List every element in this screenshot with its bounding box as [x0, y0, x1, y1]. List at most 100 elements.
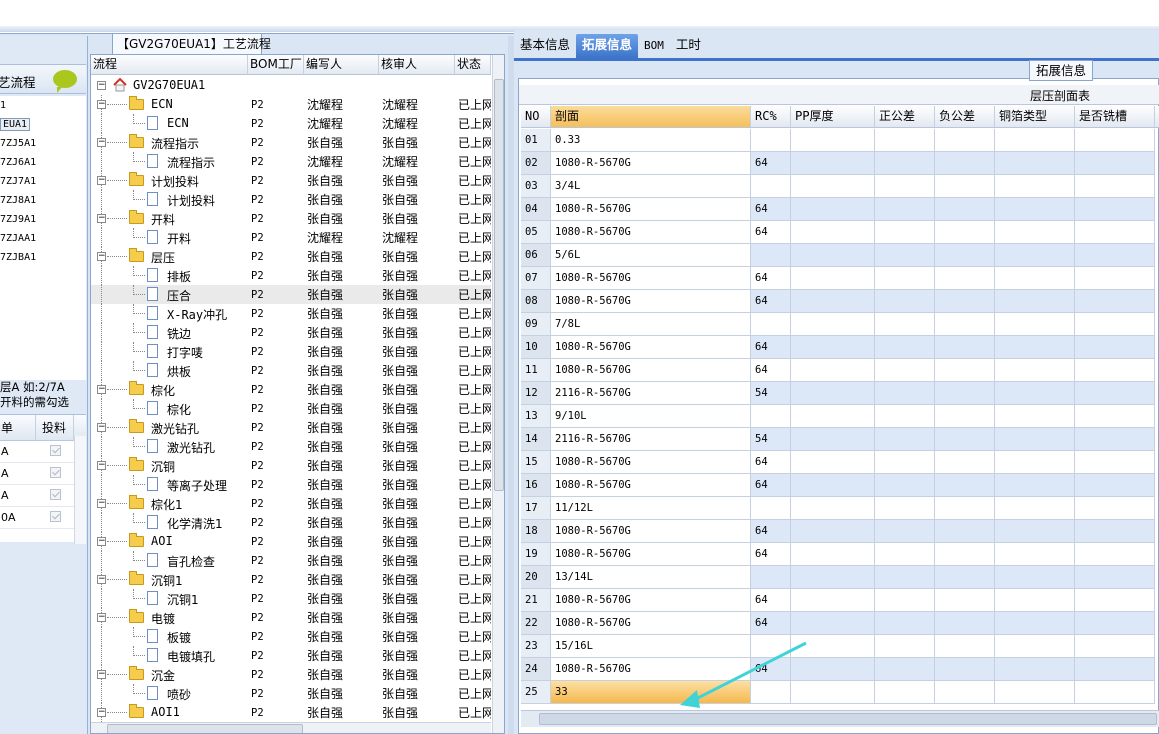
grid-cell[interactable]: 15/16L [551, 635, 751, 658]
grid-cell[interactable] [791, 290, 875, 313]
grid-cell[interactable]: 1080-R-5670G [551, 474, 751, 497]
grid-cell[interactable] [995, 451, 1075, 474]
grid-cell[interactable] [791, 635, 875, 658]
grid-cell[interactable]: 64 [751, 359, 791, 382]
tree-row[interactable]: 计划投料 P2 张自强 张自强 已上网 [91, 190, 491, 209]
grid-cell[interactable]: 07 [521, 267, 551, 290]
grid-cell[interactable]: 04 [521, 198, 551, 221]
grid-cell[interactable] [791, 612, 875, 635]
grid-cell[interactable] [791, 198, 875, 221]
grid-row[interactable]: 07 1080-R-5670G 64 [521, 267, 1159, 290]
grid-cell[interactable] [935, 267, 995, 290]
grid-row[interactable]: 13 9/10L [521, 405, 1159, 428]
grid-cell[interactable]: 64 [751, 451, 791, 474]
grid-cell[interactable] [1075, 474, 1155, 497]
collapse-icon[interactable]: − [97, 423, 106, 432]
grid-cell[interactable]: 64 [751, 290, 791, 313]
grid-cell[interactable] [791, 244, 875, 267]
grid-cell[interactable] [995, 129, 1075, 152]
grid-cell[interactable] [995, 359, 1075, 382]
grid-cell[interactable] [791, 589, 875, 612]
grid-cell[interactable] [1075, 382, 1155, 405]
grid-cell[interactable] [935, 382, 995, 405]
tree-header-bom[interactable]: BOM工厂 [248, 55, 304, 74]
process-tab[interactable]: 【GV2G70EUA1】工艺流程 [112, 33, 271, 54]
grid-cell[interactable] [995, 221, 1075, 244]
grid-cell[interactable] [1075, 520, 1155, 543]
tree-row[interactable]: − 棕化 P2 张自强 张自强 已上网 [91, 380, 491, 399]
grid-cell[interactable] [791, 129, 875, 152]
grid-cell[interactable]: 11 [521, 359, 551, 382]
order-list-item[interactable]: 1 [0, 96, 86, 115]
grid-cell[interactable] [791, 497, 875, 520]
grid-cell[interactable] [791, 658, 875, 681]
grid-cell[interactable]: 7/8L [551, 313, 751, 336]
tree-row[interactable]: 沉铜1 P2 张自强 张自强 已上网 [91, 589, 491, 608]
feed-checkbox[interactable] [49, 444, 61, 456]
grid-cell[interactable] [751, 566, 791, 589]
grid-row[interactable]: 21 1080-R-5670G 64 [521, 589, 1159, 612]
chat-bubble-icon[interactable] [53, 70, 77, 93]
grid-cell[interactable] [1075, 681, 1155, 704]
grid-cell[interactable] [1075, 589, 1155, 612]
grid-cell[interactable] [1075, 451, 1155, 474]
grid-cell[interactable] [791, 681, 875, 704]
grid-cell[interactable] [935, 175, 995, 198]
grid-cell[interactable] [1075, 428, 1155, 451]
grid-row[interactable]: 16 1080-R-5670G 64 [521, 474, 1159, 497]
grid-cell[interactable] [995, 566, 1075, 589]
grid-cell[interactable]: 2116-R-5670G [551, 382, 751, 405]
grid-cell[interactable]: 20 [521, 566, 551, 589]
grid-cell[interactable] [875, 290, 935, 313]
feed-checkbox[interactable] [49, 488, 61, 500]
tree-header-status[interactable]: 状态 [455, 55, 491, 74]
grid-cell[interactable]: 11/12L [551, 497, 751, 520]
grid-cell[interactable] [875, 359, 935, 382]
collapse-icon[interactable]: − [97, 138, 106, 147]
tree-row[interactable]: − AOI P2 张自强 张自强 已上网 [91, 532, 491, 551]
tree-row[interactable]: − 流程指示 P2 张自强 张自强 已上网 [91, 133, 491, 152]
tree-header-flow[interactable]: 流程 [91, 55, 248, 74]
order-list-item[interactable]: 7ZJAA1 [0, 229, 86, 248]
grid-cell[interactable] [1075, 566, 1155, 589]
tree-row[interactable]: − 电镀 P2 张自强 张自强 已上网 [91, 608, 491, 627]
grid-cell[interactable] [791, 566, 875, 589]
grid-cell[interactable] [935, 474, 995, 497]
grid-cell[interactable] [935, 658, 995, 681]
grid-cell[interactable] [935, 290, 995, 313]
grid-cell[interactable] [751, 497, 791, 520]
tree-row[interactable]: 电镀填孔 P2 张自强 张自强 已上网 [91, 646, 491, 665]
grid-cell[interactable] [875, 658, 935, 681]
grid-cell[interactable]: 54 [751, 382, 791, 405]
grid-cell[interactable] [935, 359, 995, 382]
collapse-icon[interactable]: − [97, 499, 106, 508]
grid-cell[interactable] [935, 589, 995, 612]
order-list-item[interactable]: 7ZJ6A1 [0, 153, 86, 172]
grid-header-col-0[interactable]: NO [521, 106, 551, 127]
grid-cell[interactable]: 02 [521, 152, 551, 175]
order-list-item[interactable]: EUA1 [0, 115, 86, 134]
grid-cell[interactable]: 05 [521, 221, 551, 244]
tree-header-reviewer[interactable]: 核审人 [379, 55, 455, 74]
grid-cell[interactable] [935, 635, 995, 658]
feed-grid-vscroll[interactable] [74, 436, 86, 544]
grid-cell[interactable]: 18 [521, 520, 551, 543]
grid-cell[interactable] [995, 635, 1075, 658]
grid-cell[interactable]: 1080-R-5670G [551, 520, 751, 543]
grid-cell[interactable] [935, 566, 995, 589]
tree-row[interactable]: − 计划投料 P2 张自强 张自强 已上网 [91, 171, 491, 190]
grid-cell[interactable] [751, 681, 791, 704]
grid-cell[interactable] [791, 267, 875, 290]
tab-basic-info[interactable]: 基本信息 [514, 34, 576, 58]
grid-cell[interactable]: 64 [751, 198, 791, 221]
grid-row[interactable]: 24 1080-R-5670G 64 [521, 658, 1159, 681]
grid-row[interactable]: 03 3/4L [521, 175, 1159, 198]
grid-cell[interactable] [1075, 336, 1155, 359]
grid-cell[interactable]: 13/14L [551, 566, 751, 589]
grid-cell[interactable] [995, 290, 1075, 313]
grid-cell[interactable] [791, 313, 875, 336]
tree-row[interactable]: 板镀 P2 张自强 张自强 已上网 [91, 627, 491, 646]
grid-cell[interactable] [791, 428, 875, 451]
tree-hscroll[interactable] [91, 722, 491, 733]
collapse-icon[interactable]: − [97, 385, 106, 394]
